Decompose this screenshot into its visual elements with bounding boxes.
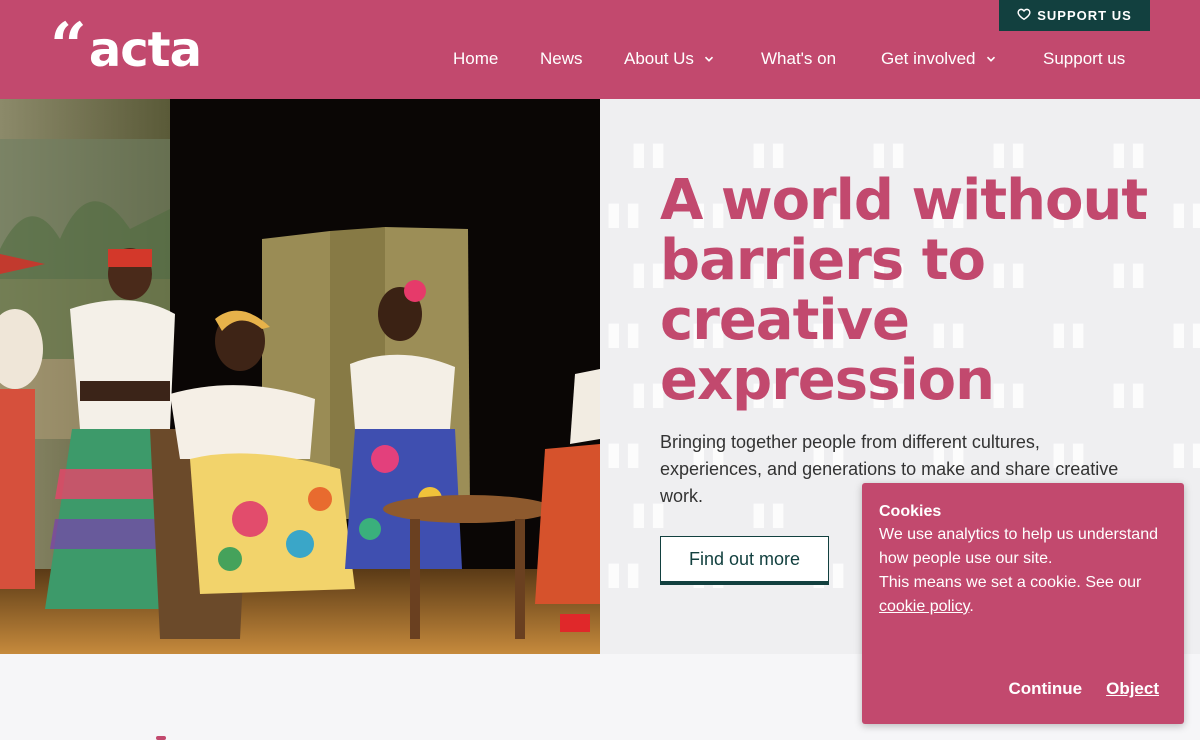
cookie-policy-link[interactable]: cookie policy <box>879 598 969 615</box>
cookie-text-prefix: This means we set a cookie. See our <box>879 574 1142 591</box>
support-us-tab[interactable]: SUPPORT US <box>999 0 1150 31</box>
nav-item-label: About Us <box>624 49 694 68</box>
nav-item-get-involved[interactable]: Get involved <box>881 48 996 70</box>
cookie-text-suffix: . <box>969 598 974 615</box>
support-us-label: SUPPORT US <box>1037 8 1132 23</box>
cookie-banner: Cookies We use analytics to help us unde… <box>862 483 1184 724</box>
heart-icon <box>1017 7 1031 24</box>
nav-item-label: Support us <box>1043 49 1126 68</box>
object-button[interactable]: Object <box>1106 679 1159 699</box>
nav-item-label: What's on <box>761 49 837 68</box>
nav-item-whats-on[interactable]: What's on <box>761 48 836 70</box>
nav-item-label: Get involved <box>881 49 976 68</box>
hero-photo <box>0 99 600 654</box>
svg-text:": " <box>600 545 647 651</box>
chevron-down-icon <box>986 56 995 62</box>
find-out-more-button[interactable]: Find out more <box>660 536 829 585</box>
hero-title: A world without barriers to creative exp… <box>660 168 1148 413</box>
cookie-text-analytics: We use analytics to help us understand h… <box>879 526 1158 567</box>
nav-item-about-us[interactable]: About Us <box>624 48 714 70</box>
continue-button[interactable]: Continue <box>1008 679 1082 699</box>
nav-item-support-us[interactable]: Support us <box>1043 48 1125 70</box>
chevron-down-icon <box>704 56 714 62</box>
cookie-title: Cookies <box>879 503 942 520</box>
cookie-text-policy: This means we set a cookie. See our cook… <box>879 571 1167 619</box>
nav-item-home[interactable]: Home <box>453 48 498 70</box>
nav-item-label: News <box>540 49 583 68</box>
nav-item-label: Home <box>453 49 499 68</box>
section-accent-mark <box>156 736 166 740</box>
main-nav: Home News About Us What's on Get involve… <box>0 48 1200 72</box>
cookie-actions: Continue Object <box>1008 679 1159 699</box>
performers-illustration <box>0 99 600 654</box>
site-header: “ acta SUPPORT US Home News About Us Wha… <box>0 0 1200 99</box>
nav-item-news[interactable]: News <box>540 48 583 70</box>
